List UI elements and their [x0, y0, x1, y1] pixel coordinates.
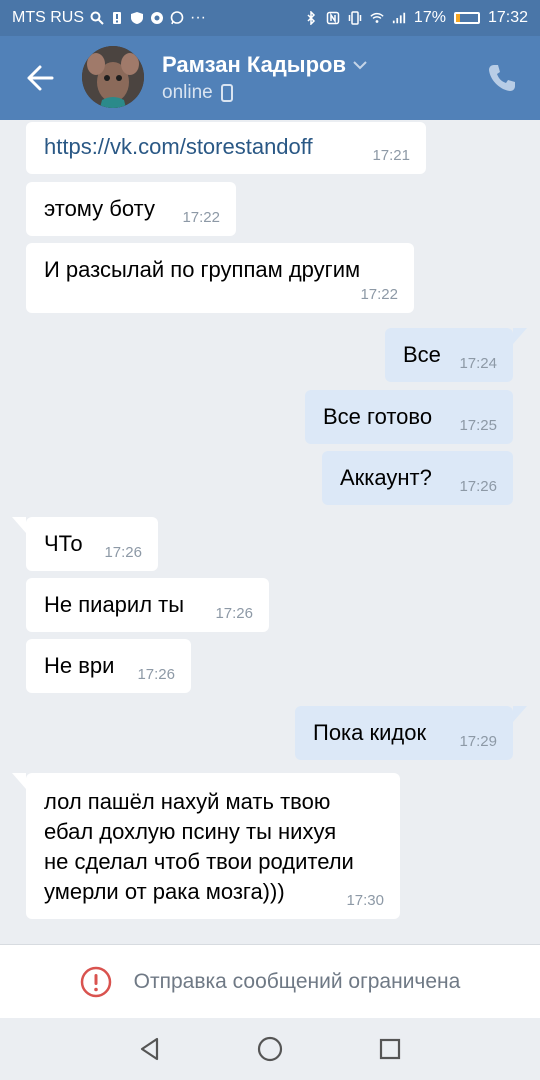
message-bubble-outgoing[interactable]: Аккаунт? 17:26 — [322, 451, 513, 505]
message-list[interactable]: https://vk.com/storestandoff 17:21 этому… — [0, 120, 540, 944]
message-text: ЧТо — [44, 531, 83, 556]
message-bubble-outgoing[interactable]: Все 17:24 — [385, 328, 527, 382]
message-text: этому боту — [44, 196, 155, 221]
message-text-line: лол пашёл нахуй мать твою — [44, 789, 331, 814]
restriction-banner: Отправка сообщений ограничена — [0, 944, 540, 1018]
message-time: 17:22 — [360, 286, 398, 303]
message-bubble-outgoing[interactable]: Пока кидок 17:29 — [295, 706, 527, 760]
bubble-tail — [513, 706, 527, 722]
message-bubble-incoming[interactable]: https://vk.com/storestandoff 17:21 — [26, 122, 426, 174]
nav-back-button[interactable] — [130, 1029, 170, 1069]
status-left: MTS RUS ··· — [12, 9, 206, 27]
phone-icon — [489, 65, 515, 91]
message-bubble-incoming[interactable]: Не ври 17:26 — [26, 639, 191, 693]
more-notifications-icon: ··· — [190, 9, 206, 26]
back-triangle-icon — [140, 1037, 159, 1061]
nfc-icon — [326, 11, 340, 25]
message-time: 17:24 — [459, 355, 497, 372]
message-bubble-outgoing[interactable]: Все готово 17:25 — [305, 390, 513, 444]
battery-percent: 17% — [413, 9, 446, 26]
contact-status-text: online — [162, 82, 213, 103]
wifi-icon — [370, 12, 384, 23]
home-circle-icon — [257, 1036, 283, 1062]
carrier-label: MTS RUS — [12, 9, 84, 26]
clock: 17:32 — [487, 9, 528, 26]
message-text-line: не сделал чтоб твои родители — [44, 849, 354, 874]
message-text: Аккаунт? — [340, 465, 432, 490]
search-icon — [90, 11, 104, 25]
message-link[interactable]: https://vk.com/storestandoff — [44, 134, 313, 159]
message-text-line: ебал дохлую псину ты нихуя — [44, 819, 337, 844]
bubble-tail — [12, 517, 26, 533]
message-time: 17:30 — [346, 892, 384, 909]
nav-home-button[interactable] — [250, 1029, 290, 1069]
nav-recents-button[interactable] — [370, 1029, 410, 1069]
bluetooth-icon — [307, 11, 315, 25]
status-bar: MTS RUS ··· 17% 17:32 — [0, 0, 540, 36]
chrome-notification-icon — [151, 12, 163, 24]
message-text: Все готово — [323, 404, 433, 429]
contact-status: online — [162, 82, 233, 104]
shield-notification-icon — [131, 12, 143, 24]
restriction-text: Отправка сообщений ограничена — [133, 969, 461, 993]
avatar-image — [82, 46, 144, 108]
message-time: 17:26 — [215, 605, 253, 622]
message-text: Не пиарил ты — [44, 592, 185, 617]
bubble-tail — [12, 773, 26, 789]
message-text: Не ври — [44, 653, 115, 678]
chevron-down-icon — [353, 61, 367, 70]
mobile-icon — [220, 84, 233, 102]
chat-header: Рамзан Кадыров online — [0, 36, 540, 120]
alert-circle-icon — [80, 966, 111, 997]
alert-notification-icon — [113, 12, 121, 24]
whatsapp-notification-icon — [170, 11, 184, 25]
message-time: 17:26 — [104, 544, 142, 561]
battery-icon — [453, 12, 480, 24]
message-time: 17:26 — [459, 478, 497, 495]
status-right: 17% 17:32 — [304, 9, 528, 27]
message-bubble-incoming[interactable]: этому боту 17:22 — [26, 182, 236, 236]
battery-level-fill — [455, 14, 460, 22]
message-time: 17:22 — [182, 209, 220, 226]
message-text: Все — [403, 342, 441, 367]
message-time: 17:26 — [137, 666, 175, 683]
recents-square-icon — [379, 1038, 401, 1060]
message-time: 17:21 — [372, 147, 410, 164]
contact-name[interactable]: Рамзан Кадыров — [162, 52, 368, 78]
contact-name-text: Рамзан Кадыров — [162, 52, 346, 77]
contact-avatar[interactable] — [82, 46, 144, 108]
signal-icon — [392, 12, 406, 24]
vibrate-icon — [348, 11, 362, 25]
message-bubble-incoming[interactable]: ЧТо 17:26 — [12, 517, 158, 571]
message-text: Пока кидок — [313, 720, 427, 745]
message-bubble-incoming[interactable]: И разсылай по группам другим 17:22 — [26, 243, 414, 313]
back-button[interactable] — [20, 58, 60, 98]
message-bubble-incoming[interactable]: Не пиарил ты 17:26 — [26, 578, 269, 632]
message-text: И разсылай по группам другим — [44, 257, 361, 282]
message-text-line: умерли от рака мозга))) — [44, 879, 285, 904]
message-bubble-incoming[interactable]: лол пашёл нахуй мать твою ебал дохлую пс… — [12, 773, 400, 919]
message-time: 17:29 — [459, 733, 497, 750]
arrow-left-icon — [27, 65, 54, 91]
bubble-tail — [513, 328, 527, 344]
system-navigation-bar — [0, 1018, 540, 1080]
call-button[interactable] — [486, 62, 518, 94]
message-time: 17:25 — [459, 417, 497, 434]
